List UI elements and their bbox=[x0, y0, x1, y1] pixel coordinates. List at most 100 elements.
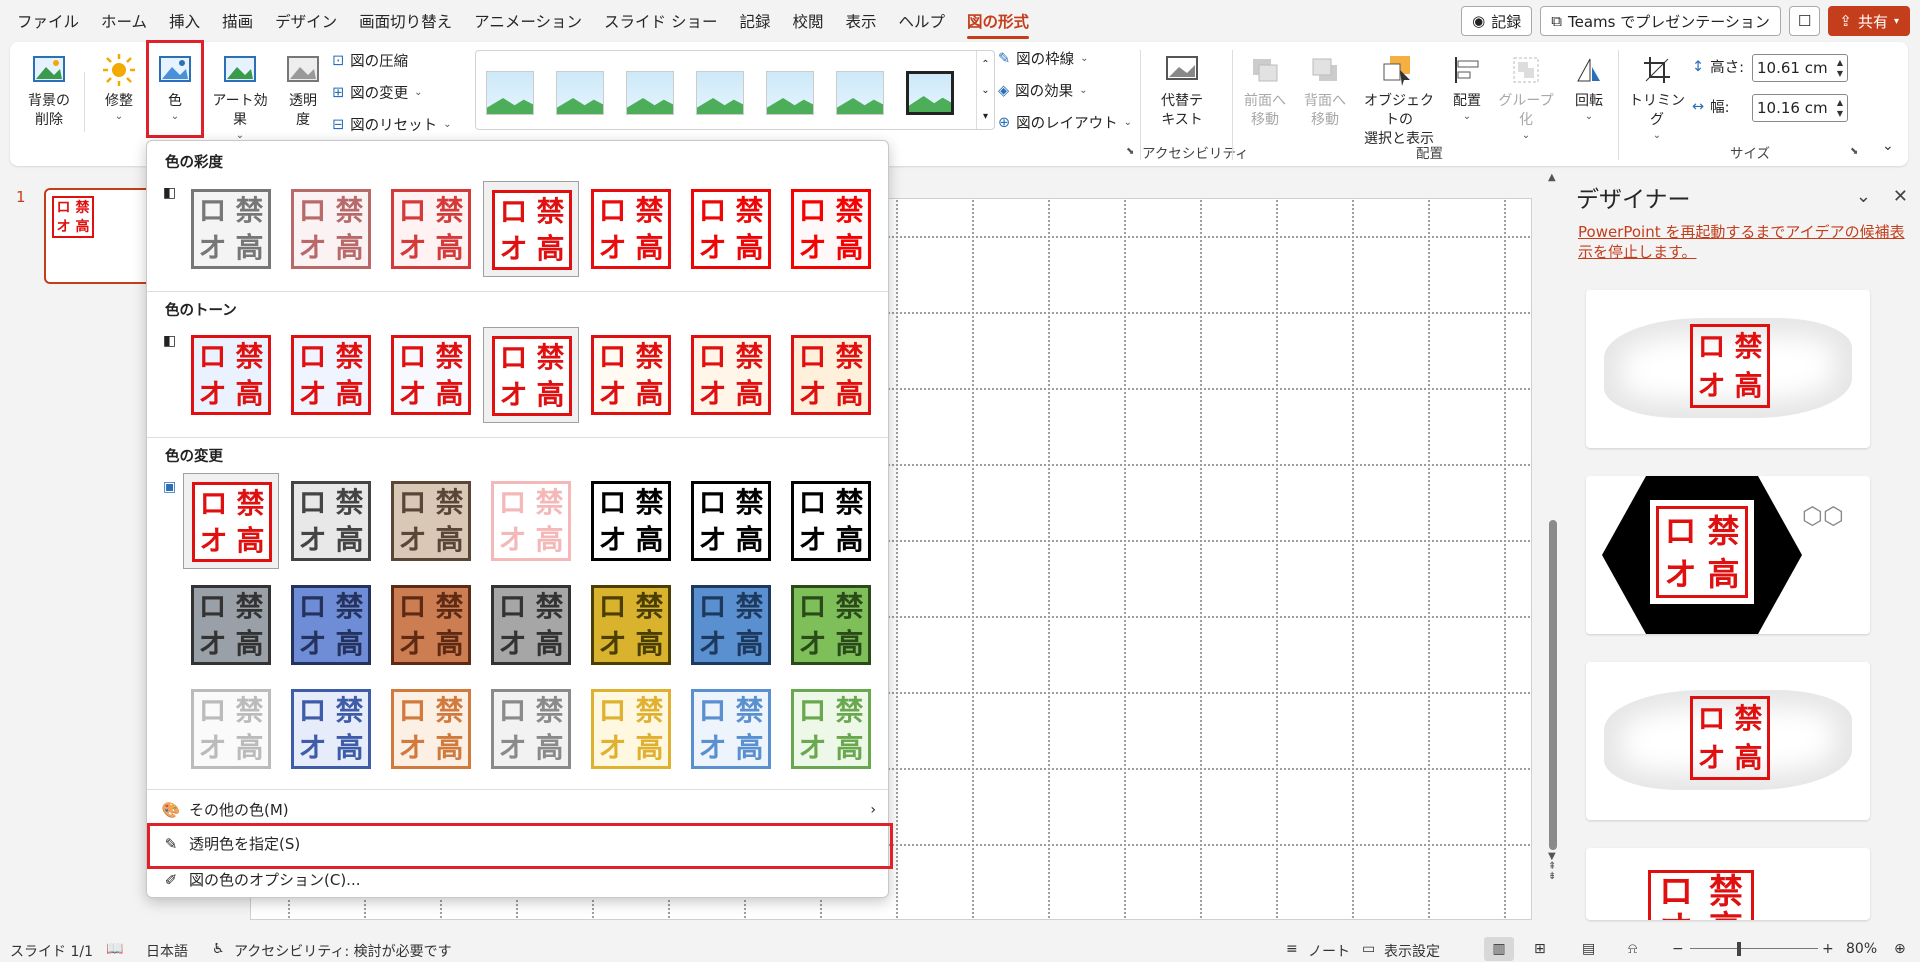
color-option[interactable]: ロ禁オ高 bbox=[383, 181, 479, 277]
picture-style-thumb[interactable] bbox=[696, 71, 744, 115]
close-icon[interactable]: ✕ bbox=[1893, 186, 1908, 207]
vertical-scrollbar[interactable]: ▲ ▼ ⇞ ⇟ bbox=[1546, 170, 1560, 910]
picture-style-thumb[interactable] bbox=[486, 71, 534, 115]
language[interactable]: 日本語 bbox=[146, 941, 188, 961]
tab-9[interactable]: 校閲 bbox=[781, 0, 834, 42]
color-option[interactable]: ロ禁オ高 bbox=[283, 327, 379, 423]
picture-style-thumb[interactable] bbox=[556, 71, 604, 115]
color-option[interactable]: ロ禁オ高 bbox=[383, 681, 479, 777]
design-idea-card[interactable]: ロ禁オ高 bbox=[1586, 848, 1870, 920]
zoom-in-icon[interactable]: + bbox=[1822, 941, 1834, 957]
color-option[interactable]: ロ禁オ高 bbox=[683, 181, 779, 277]
color-option[interactable]: ロ禁オ高 bbox=[583, 681, 679, 777]
spinner-icon[interactable]: ▲ ▼ bbox=[1837, 97, 1843, 119]
picture-style-thumb[interactable] bbox=[906, 71, 954, 115]
width-input[interactable]: 10.16 cm ▲ ▼ bbox=[1752, 94, 1848, 122]
color-option[interactable]: ロ禁オ高 bbox=[783, 327, 879, 423]
color-option[interactable]: ロ禁オ高 bbox=[683, 473, 779, 569]
tab-6[interactable]: アニメーション bbox=[463, 0, 593, 42]
design-idea-card[interactable]: ロ禁オ高 bbox=[1586, 662, 1870, 820]
color-option[interactable]: ロ禁オ高 bbox=[183, 181, 279, 277]
tab-4[interactable]: デザイン bbox=[264, 0, 348, 42]
reset-picture-button[interactable]: ⊟ 図のリセット ⌄ bbox=[332, 114, 452, 135]
color-option[interactable]: ロ禁オ高 bbox=[283, 473, 379, 569]
send-backward-button[interactable]: 背面へ 移動 bbox=[1298, 50, 1352, 130]
color-option[interactable]: ロ禁オ高 bbox=[483, 681, 579, 777]
crop-button[interactable]: トリミング ⌄ bbox=[1626, 50, 1688, 142]
dialog-launcher-icon[interactable]: ⬊ bbox=[1126, 146, 1134, 157]
teams-present-button[interactable]: ⧉ Teams でプレゼンテーション bbox=[1540, 6, 1781, 36]
alt-text-button[interactable]: 代替テ キスト bbox=[1152, 50, 1212, 130]
accessibility-icon[interactable]: ♿ bbox=[212, 941, 225, 957]
design-idea-card[interactable]: ロ禁オ高 bbox=[1586, 290, 1870, 448]
picture-border-button[interactable]: ✎ 図の枠線 ⌄ bbox=[998, 48, 1089, 69]
scroll-down-icon[interactable]: ▼ ⇞ ⇟ bbox=[1548, 852, 1556, 882]
zoom-slider[interactable] bbox=[1690, 948, 1818, 949]
zoom-slider-thumb[interactable] bbox=[1737, 942, 1741, 956]
color-option[interactable]: ロ禁オ高 bbox=[383, 577, 479, 673]
bring-forward-button[interactable]: 前面へ 移動 bbox=[1238, 50, 1292, 130]
fit-slide-icon[interactable]: ⊕ bbox=[1894, 941, 1906, 957]
tab-7[interactable]: スライド ショー bbox=[593, 0, 728, 42]
tab-12[interactable]: 図の形式 bbox=[956, 0, 1040, 42]
display-settings-icon[interactable]: ▭ bbox=[1362, 941, 1375, 957]
color-option[interactable]: ロ禁オ高 bbox=[683, 577, 779, 673]
scroll-up-icon[interactable]: ▲ bbox=[1548, 172, 1556, 183]
color-option[interactable]: ロ禁オ高 bbox=[583, 327, 679, 423]
color-option[interactable]: ロ禁オ高 bbox=[783, 577, 879, 673]
gallery-down-button[interactable]: ⌄ bbox=[976, 77, 994, 103]
color-option[interactable]: ロ禁オ高 bbox=[783, 681, 879, 777]
designer-stop-link[interactable]: PowerPoint を再起動するまでアイデアの候補表示を停止します。 bbox=[1578, 222, 1908, 262]
tab-3[interactable]: 描画 bbox=[211, 0, 264, 42]
chevron-down-icon[interactable]: ⌄ bbox=[1856, 186, 1871, 207]
artistic-effects-button[interactable]: アート効果 ⌄ bbox=[206, 50, 274, 142]
display-settings-button[interactable]: 表示設定 bbox=[1384, 941, 1440, 961]
notes-icon[interactable]: ≡ bbox=[1286, 941, 1298, 957]
color-option[interactable]: ロ禁オ高 bbox=[383, 327, 479, 423]
selection-pane-button[interactable]: オブジェクトの 選択と表示 bbox=[1358, 50, 1440, 149]
spinner-icon[interactable]: ▲ ▼ bbox=[1837, 57, 1843, 79]
zoom-level[interactable]: 80% bbox=[1846, 941, 1877, 957]
tab-0[interactable]: ファイル bbox=[6, 0, 90, 42]
color-option[interactable]: ロ禁オ高 bbox=[283, 681, 379, 777]
picture-style-thumb[interactable] bbox=[836, 71, 884, 115]
color-option[interactable]: ロ禁オ高 bbox=[183, 681, 279, 777]
notes-button[interactable]: ノート bbox=[1308, 941, 1350, 961]
zoom-out-icon[interactable]: − bbox=[1672, 941, 1684, 957]
set-transparent-color-item[interactable]: ✎ 透明色を指定(S) bbox=[161, 833, 301, 854]
normal-view-icon[interactable]: ▥ bbox=[1484, 937, 1514, 961]
reading-view-icon[interactable]: ▤ bbox=[1582, 941, 1595, 957]
remove-background-button[interactable]: 背景の 削除 bbox=[22, 50, 76, 130]
color-option[interactable]: ロ禁オ高 bbox=[183, 473, 279, 569]
tab-1[interactable]: ホーム bbox=[90, 0, 158, 42]
slide-sorter-icon[interactable]: ⊞ bbox=[1534, 941, 1546, 957]
dialog-launcher-icon[interactable]: ⬊ bbox=[1850, 146, 1858, 157]
tab-11[interactable]: ヘルプ bbox=[888, 0, 957, 42]
picture-effects-button[interactable]: ◈ 図の効果 ⌄ bbox=[998, 80, 1088, 101]
color-option[interactable]: ロ禁オ高 bbox=[583, 577, 679, 673]
collapse-ribbon-icon[interactable]: ⌄ bbox=[1882, 138, 1894, 154]
color-option[interactable]: ロ禁オ高 bbox=[583, 181, 679, 277]
color-option[interactable]: ロ禁オ高 bbox=[483, 181, 579, 277]
record-button[interactable]: ◉ 記録 bbox=[1461, 6, 1533, 36]
share-button[interactable]: ⇪ 共有 ▾ bbox=[1828, 6, 1910, 36]
gallery-more-button[interactable]: ▾ bbox=[976, 103, 994, 129]
group-button[interactable]: グループ化 ⌄ bbox=[1494, 50, 1558, 142]
accessibility-status[interactable]: アクセシビリティ: 検討が必要です bbox=[234, 941, 452, 961]
tab-2[interactable]: 挿入 bbox=[158, 0, 211, 42]
transparency-button[interactable]: 透明 度 bbox=[278, 50, 328, 130]
gallery-up-button[interactable]: ⌃ bbox=[976, 51, 994, 77]
more-colors-item[interactable]: 🎨 その他の色(M) › bbox=[161, 799, 876, 820]
tab-10[interactable]: 表示 bbox=[834, 0, 887, 42]
comments-button[interactable]: ☐ bbox=[1788, 6, 1821, 36]
tab-5[interactable]: 画面切り替え bbox=[348, 0, 463, 42]
compress-pictures-button[interactable]: ⊡ 図の圧縮 bbox=[332, 50, 408, 71]
color-option[interactable]: ロ禁オ高 bbox=[183, 577, 279, 673]
picture-color-options-item[interactable]: ✐ 図の色のオプション(C)... bbox=[161, 869, 361, 890]
color-option[interactable]: ロ禁オ高 bbox=[483, 577, 579, 673]
color-option[interactable]: ロ禁オ高 bbox=[683, 327, 779, 423]
design-idea-card[interactable]: ロ禁オ高 ⬡⬡ bbox=[1586, 476, 1870, 634]
slideshow-icon[interactable]: ⍾ bbox=[1628, 941, 1637, 957]
scrollbar-thumb[interactable] bbox=[1549, 520, 1557, 850]
color-option[interactable]: ロ禁オ高 bbox=[683, 681, 779, 777]
